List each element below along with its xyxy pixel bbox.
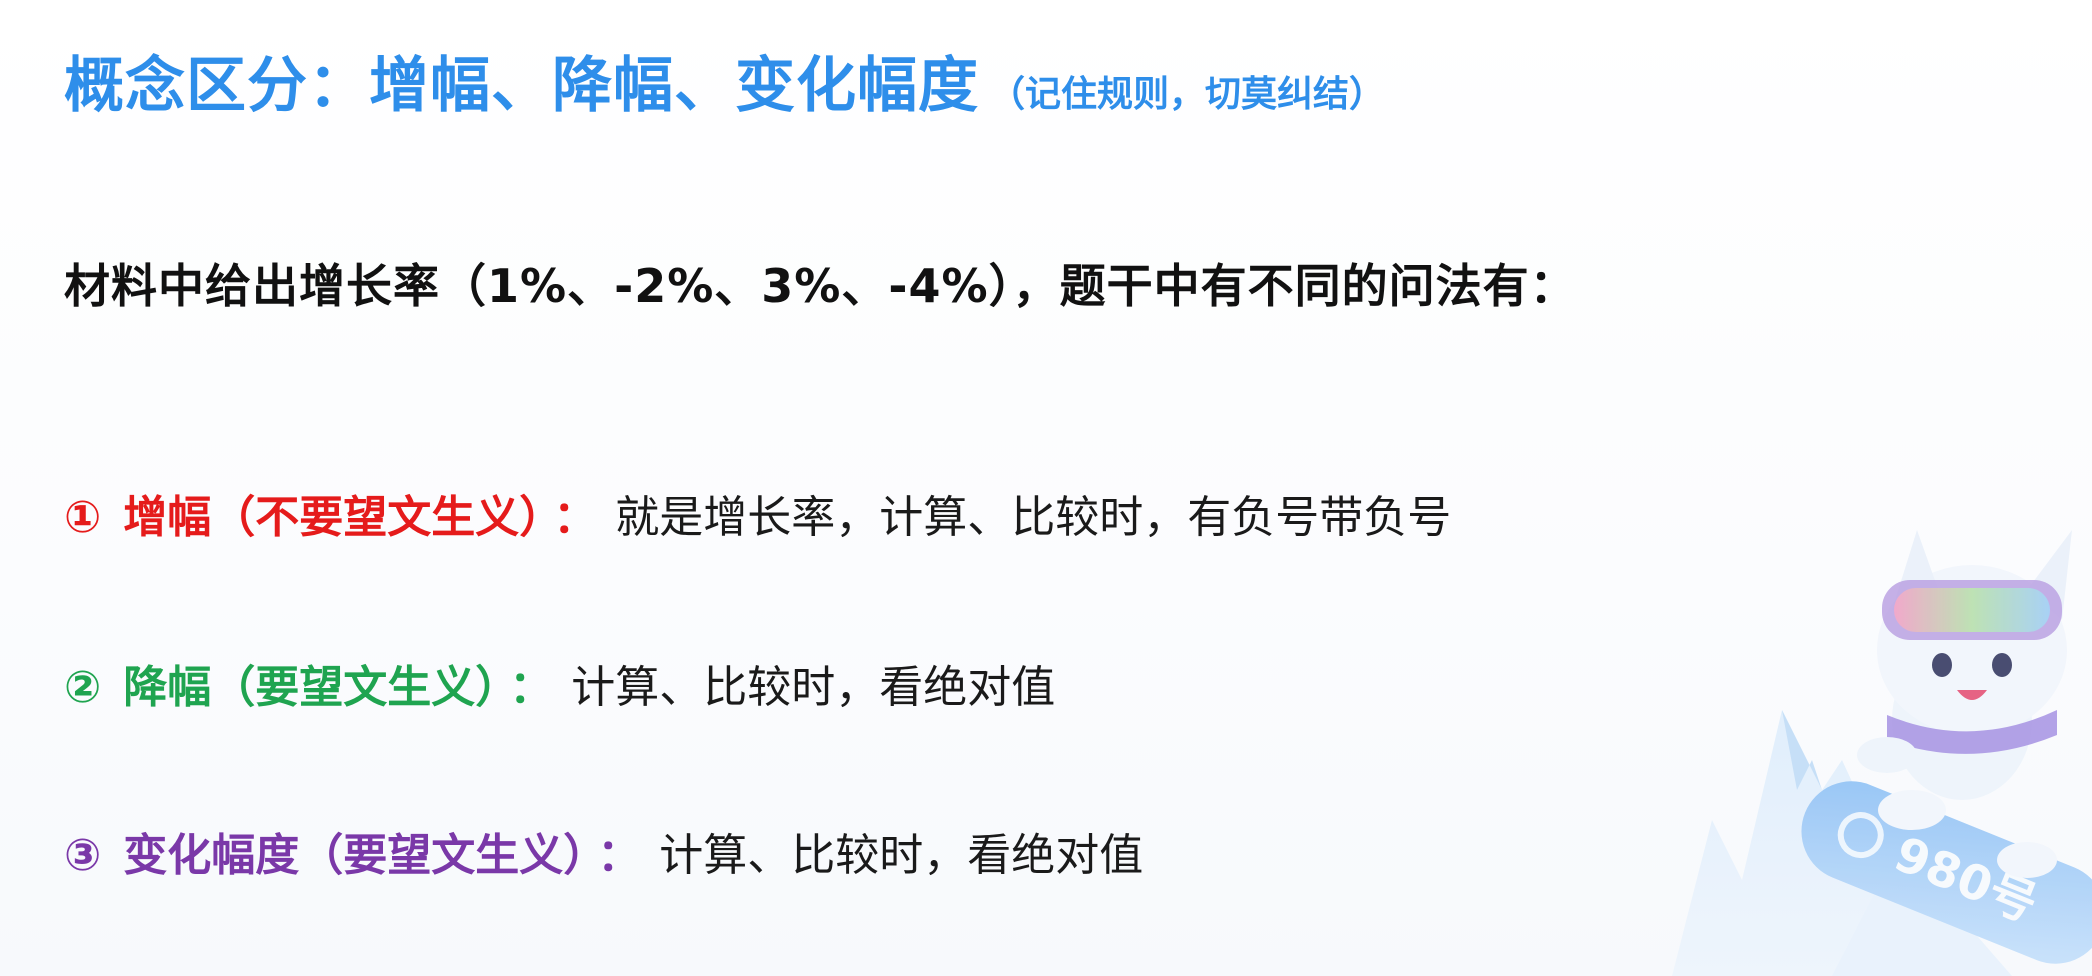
item-description: 计算、比较时，看绝对值 xyxy=(659,830,1144,881)
item-colon: ： xyxy=(597,830,642,881)
item-number: ② xyxy=(64,662,102,713)
item-colon: ： xyxy=(553,492,598,543)
list-item: ① 增幅（不要望文生义）： 就是增长率，计算、比较时，有负号带负号 xyxy=(64,492,1451,545)
item-colon: ： xyxy=(509,662,554,713)
item-term: 降幅（要望文生义） xyxy=(123,662,498,713)
item-number: ① xyxy=(64,492,102,543)
mascot-snowboard-icon: 980号 xyxy=(1672,460,2092,976)
page-title: 概念区分：增幅、降幅、变化幅度 （记住规则，切莫纠结） xyxy=(64,56,1385,116)
slide: 概念区分：增幅、降幅、变化幅度 （记住规则，切莫纠结） 材料中给出增长率（1%、-… xyxy=(0,0,2092,976)
list-item: ② 降幅（要望文生义）： 计算、比较时，看绝对值 xyxy=(64,662,1055,715)
mascot-badge-text: 980号 xyxy=(1887,826,2045,933)
item-number: ③ xyxy=(64,830,102,881)
intro-text: 材料中给出增长率（1%、-2%、3%、-4%），题干中有不同的问法有： xyxy=(64,259,1577,313)
item-description: 计算、比较时，看绝对值 xyxy=(571,662,1056,713)
item-term: 增幅（不要望文生义） xyxy=(123,492,542,543)
title-main: 概念区分：增幅、降幅、变化幅度 xyxy=(64,51,979,121)
item-description: 就是增长率，计算、比较时，有负号带负号 xyxy=(615,492,1452,543)
item-term: 变化幅度（要望文生义） xyxy=(123,830,586,881)
title-note: （记住规则，切莫纠结） xyxy=(989,74,1386,115)
list-item: ③ 变化幅度（要望文生义）： 计算、比较时，看绝对值 xyxy=(64,830,1143,883)
